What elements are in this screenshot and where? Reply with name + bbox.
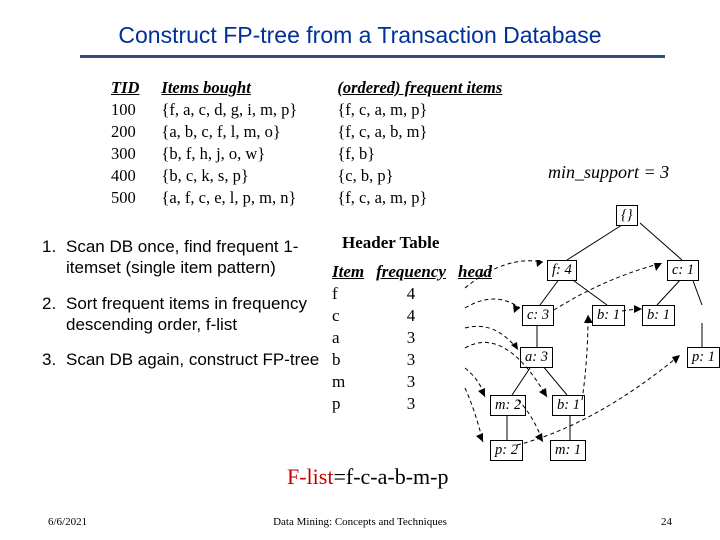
tree-node: f: 4: [547, 260, 577, 281]
footer-page: 24: [661, 516, 672, 528]
tree-node: m: 2: [490, 395, 526, 416]
table-row: 400{b, c, k, s, p}{c, b, p}: [107, 166, 506, 186]
list-item: 3.Scan DB again, construct FP-tree: [42, 349, 322, 370]
list-item: 1.Scan DB once, find frequent 1-itemset …: [42, 236, 322, 279]
col-freq: (ordered) frequent items: [303, 78, 506, 98]
f-list: F-list=f-c-a-b-m-p: [287, 464, 448, 490]
transaction-table: TID Items bought (ordered) frequent item…: [105, 76, 508, 210]
tree-root: {}: [616, 205, 638, 226]
fp-tree: {} f: 4 c: 1 c: 3 b: 1 b: 1 a: 3 p: 1 m:…: [492, 205, 717, 485]
divider: [80, 55, 665, 58]
tree-edges: [492, 205, 717, 485]
table-row: c4: [327, 306, 497, 326]
steps-list: 1.Scan DB once, find frequent 1-itemset …: [42, 236, 322, 384]
tree-node: b: 1: [592, 305, 625, 326]
tree-node: m: 1: [550, 440, 586, 461]
col-tid: TID: [107, 78, 143, 98]
list-item: 2.Sort frequent items in frequency desce…: [42, 293, 322, 336]
table-row: b3: [327, 350, 497, 370]
tree-node: p: 2: [490, 440, 523, 461]
slide-title: Construct FP-tree from a Transaction Dat…: [0, 0, 720, 55]
header-table-title: Header Table: [342, 233, 439, 253]
footer-title: Data Mining: Concepts and Techniques: [0, 516, 720, 528]
tree-node: b: 1: [552, 395, 585, 416]
table-row: 500{a, f, c, e, l, p, m, n}{f, c, a, m, …: [107, 188, 506, 208]
table-row: p3: [327, 394, 497, 414]
table-row: a3: [327, 328, 497, 348]
min-support-label: min_support = 3: [548, 162, 669, 183]
tree-node: b: 1: [642, 305, 675, 326]
header-table: Itemfrequencyhead f4 c4 a3 b3 m3 p3: [325, 260, 499, 416]
table-row: m3: [327, 372, 497, 392]
table-row: 100{f, a, c, d, g, i, m, p}{f, c, a, m, …: [107, 100, 506, 120]
tree-node: c: 3: [522, 305, 554, 326]
tree-node: c: 1: [667, 260, 699, 281]
table-row: 200{a, b, c, f, l, m, o}{f, c, a, b, m}: [107, 122, 506, 142]
col-items: Items bought: [145, 78, 301, 98]
table-row: f4: [327, 284, 497, 304]
tree-node: a: 3: [520, 347, 553, 368]
table-row: 300{b, f, h, j, o, w}{f, b}: [107, 144, 506, 164]
tree-node: p: 1: [687, 347, 720, 368]
